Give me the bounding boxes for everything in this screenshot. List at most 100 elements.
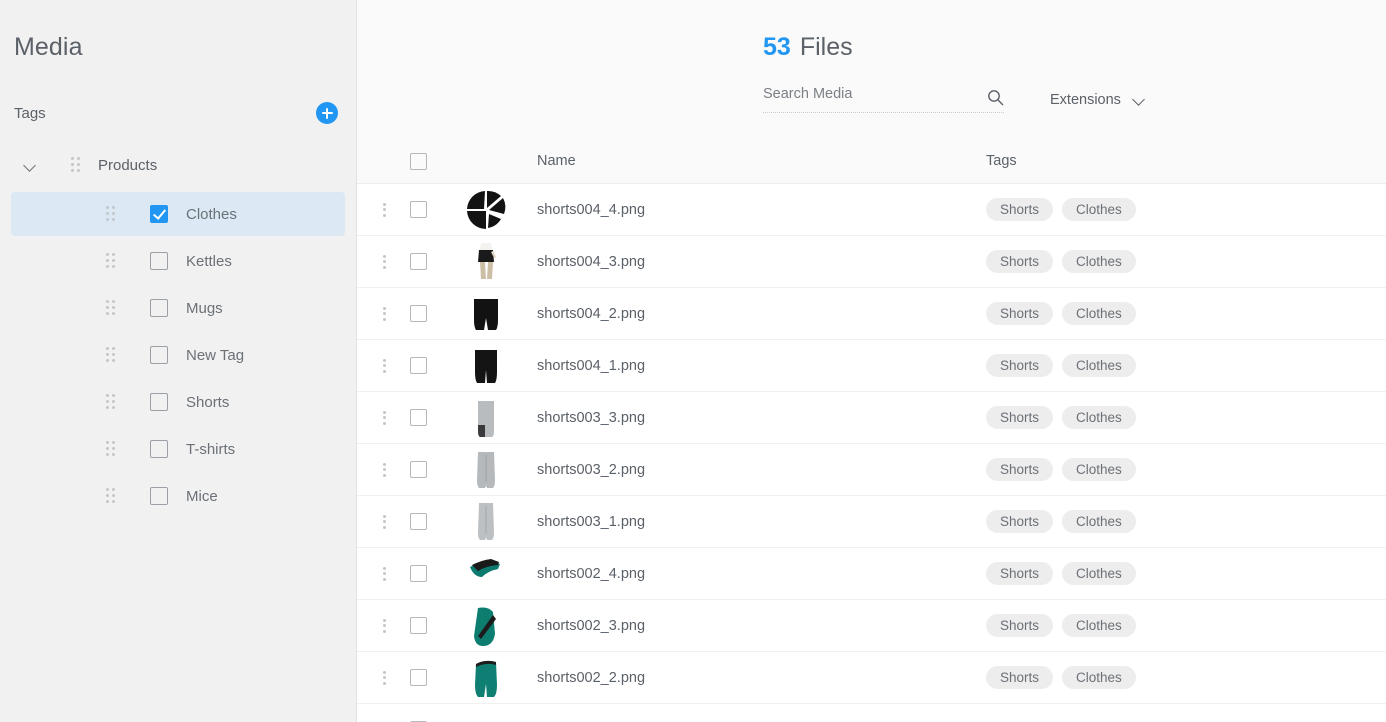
more-options-icon[interactable] bbox=[382, 618, 386, 633]
drag-handle-icon[interactable] bbox=[106, 300, 116, 316]
row-select-cell bbox=[405, 409, 455, 426]
select-all-checkbox[interactable] bbox=[410, 152, 427, 170]
more-options-icon[interactable] bbox=[382, 202, 386, 217]
tag-pill[interactable]: Shorts bbox=[986, 405, 1054, 430]
table-row[interactable] bbox=[357, 703, 1386, 722]
row-checkbox[interactable] bbox=[410, 201, 427, 218]
tag-pill[interactable]: Clothes bbox=[1062, 405, 1136, 430]
drag-handle-icon[interactable] bbox=[106, 253, 116, 269]
tag-label: T-shirts bbox=[186, 440, 236, 458]
tag-checkbox[interactable] bbox=[150, 393, 168, 411]
tag-checkbox[interactable] bbox=[150, 252, 168, 270]
file-name: shorts002_4.png bbox=[537, 565, 646, 582]
row-checkbox[interactable] bbox=[410, 513, 427, 530]
table-row[interactable]: shorts002_3.png Shorts Clothes bbox=[357, 599, 1386, 651]
row-tags-cell: Shorts Clothes bbox=[986, 197, 1386, 222]
tag-group-products[interactable]: Products bbox=[0, 146, 356, 184]
row-checkbox[interactable] bbox=[410, 617, 427, 634]
extensions-dropdown[interactable]: Extensions bbox=[1050, 92, 1145, 113]
tag-checkbox[interactable] bbox=[150, 205, 168, 223]
drag-handle-icon[interactable] bbox=[106, 394, 116, 410]
file-thumbnail bbox=[455, 496, 517, 548]
tag-pill[interactable]: Shorts bbox=[986, 665, 1054, 690]
files-table: Name Tags shorts004_4.png Shorts Clothes sh… bbox=[357, 139, 1386, 722]
drag-handle-icon[interactable] bbox=[71, 157, 81, 173]
sidebar-tag-item[interactable]: New Tag bbox=[11, 333, 345, 377]
sidebar-tag-item[interactable]: Mugs bbox=[11, 286, 345, 330]
tag-pill[interactable]: Shorts bbox=[986, 197, 1054, 222]
row-tags-cell: Shorts Clothes bbox=[986, 457, 1386, 482]
more-options-icon[interactable] bbox=[382, 410, 386, 425]
file-thumbnail bbox=[455, 704, 517, 722]
row-checkbox[interactable] bbox=[410, 565, 427, 582]
tag-pill[interactable]: Clothes bbox=[1062, 613, 1136, 638]
table-row[interactable]: shorts003_3.png Shorts Clothes bbox=[357, 391, 1386, 443]
tag-pill[interactable]: Clothes bbox=[1062, 561, 1136, 586]
more-options-icon[interactable] bbox=[382, 254, 386, 269]
more-options-icon[interactable] bbox=[382, 514, 386, 529]
row-checkbox[interactable] bbox=[410, 409, 427, 426]
sidebar-tag-item[interactable]: Clothes bbox=[11, 192, 345, 236]
table-row[interactable]: shorts004_3.png Shorts Clothes bbox=[357, 235, 1386, 287]
search-input[interactable] bbox=[763, 86, 963, 102]
drag-handle-icon[interactable] bbox=[106, 441, 116, 457]
table-row[interactable]: shorts002_2.png Shorts Clothes bbox=[357, 651, 1386, 703]
table-row[interactable]: shorts003_1.png Shorts Clothes bbox=[357, 495, 1386, 547]
row-menu-cell bbox=[363, 670, 405, 685]
more-options-icon[interactable] bbox=[382, 670, 386, 685]
more-options-icon[interactable] bbox=[382, 306, 386, 321]
tag-checkbox[interactable] bbox=[150, 487, 168, 505]
tag-pill[interactable]: Clothes bbox=[1062, 353, 1136, 378]
tag-label: Clothes bbox=[186, 205, 237, 223]
drag-handle-icon[interactable] bbox=[106, 488, 116, 504]
tag-pill[interactable]: Shorts bbox=[986, 457, 1054, 482]
tag-checkbox[interactable] bbox=[150, 346, 168, 364]
row-tags-cell: Shorts Clothes bbox=[986, 665, 1386, 690]
sidebar-tag-item[interactable]: Shorts bbox=[11, 380, 345, 424]
tag-pill[interactable]: Shorts bbox=[986, 353, 1054, 378]
tag-pill[interactable]: Shorts bbox=[986, 613, 1054, 638]
sidebar-tag-item[interactable]: Kettles bbox=[11, 239, 345, 283]
row-checkbox[interactable] bbox=[410, 357, 427, 374]
more-options-icon[interactable] bbox=[382, 462, 386, 477]
more-options-icon[interactable] bbox=[382, 566, 386, 581]
tag-checkbox[interactable] bbox=[150, 440, 168, 458]
tag-pill[interactable]: Shorts bbox=[986, 301, 1054, 326]
row-checkbox[interactable] bbox=[410, 253, 427, 270]
row-checkbox[interactable] bbox=[410, 669, 427, 686]
drag-handle-icon[interactable] bbox=[106, 347, 116, 363]
file-thumbnail bbox=[455, 392, 517, 444]
tag-pill[interactable]: Shorts bbox=[986, 249, 1054, 274]
row-menu-cell bbox=[363, 410, 405, 425]
row-checkbox[interactable] bbox=[410, 305, 427, 322]
drag-handle-icon[interactable] bbox=[106, 206, 116, 222]
tag-group-label: Products bbox=[98, 156, 158, 174]
tag-pill[interactable]: Clothes bbox=[1062, 197, 1136, 222]
tag-checkbox[interactable] bbox=[150, 299, 168, 317]
search-icon[interactable] bbox=[987, 89, 1004, 106]
table-row[interactable]: shorts003_2.png Shorts Clothes bbox=[357, 443, 1386, 495]
table-row[interactable]: shorts002_4.png Shorts Clothes bbox=[357, 547, 1386, 599]
tag-pill[interactable]: Clothes bbox=[1062, 509, 1136, 534]
media-library-app: Media Tags Products Clothes Kettles Mugs Ne… bbox=[0, 0, 1386, 722]
table-row[interactable]: shorts004_1.png Shorts Clothes bbox=[357, 339, 1386, 391]
sidebar-tag-item[interactable]: Mice bbox=[11, 474, 345, 518]
file-name: shorts004_4.png bbox=[537, 201, 646, 218]
tag-pill[interactable]: Clothes bbox=[1062, 457, 1136, 482]
table-body: shorts004_4.png Shorts Clothes shorts004_3.… bbox=[357, 183, 1386, 722]
tag-pill[interactable]: Clothes bbox=[1062, 249, 1136, 274]
tag-pill[interactable]: Clothes bbox=[1062, 301, 1136, 326]
tag-pill[interactable]: Shorts bbox=[986, 561, 1054, 586]
chevron-down-icon[interactable] bbox=[22, 157, 38, 173]
more-options-icon[interactable] bbox=[382, 358, 386, 373]
tag-pill[interactable]: Shorts bbox=[986, 509, 1054, 534]
sidebar-tag-item[interactable]: T-shirts bbox=[11, 427, 345, 471]
tag-pill[interactable]: Clothes bbox=[1062, 665, 1136, 690]
table-row[interactable]: shorts004_4.png Shorts Clothes bbox=[357, 183, 1386, 235]
file-name: shorts003_1.png bbox=[537, 513, 646, 530]
row-checkbox[interactable] bbox=[410, 461, 427, 478]
table-row[interactable]: shorts004_2.png Shorts Clothes bbox=[357, 287, 1386, 339]
tags-label: Tags bbox=[14, 104, 46, 122]
add-tag-button[interactable] bbox=[316, 102, 338, 124]
row-menu-cell bbox=[363, 618, 405, 633]
